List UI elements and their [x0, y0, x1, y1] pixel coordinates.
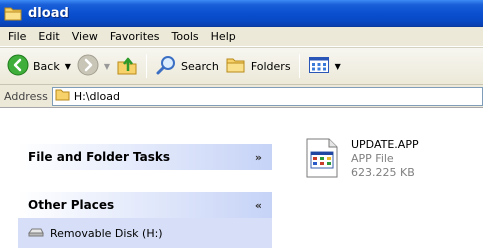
toolbar: Back ▼ ▼ Search Folders ▼ — [0, 47, 483, 85]
menu-bar: File Edit View Favorites Tools Help — [0, 27, 483, 47]
toolbar-separator — [298, 54, 300, 78]
up-folder-icon — [116, 54, 138, 79]
title-bar[interactable]: dload — [0, 0, 483, 27]
chevron-down-icon[interactable]: » — [255, 151, 262, 164]
other-places-panel: Other Places « Removable Disk (H:) — [18, 192, 272, 248]
menu-view[interactable]: View — [66, 27, 104, 47]
menu-help[interactable]: Help — [205, 27, 242, 47]
search-button[interactable]: Search — [152, 51, 222, 81]
place-label: Removable Disk (H:) — [50, 226, 163, 240]
removable-disk-icon — [28, 226, 44, 241]
file-size: 623.225 KB — [351, 166, 415, 179]
menu-file[interactable]: File — [2, 27, 32, 47]
forward-button[interactable]: ▼ — [74, 51, 113, 81]
file-name: UPDATE.APP — [351, 138, 419, 151]
file-item[interactable]: UPDATE.APP APP File 623.225 KB — [305, 138, 419, 180]
explorer-main: File and Folder Tasks » Other Places « R… — [0, 108, 483, 248]
other-places-header[interactable]: Other Places « — [18, 192, 272, 218]
folders-button[interactable]: Folders — [222, 51, 294, 81]
up-folder-button[interactable] — [113, 51, 141, 81]
forward-dropdown-icon[interactable]: ▼ — [104, 62, 110, 71]
place-item[interactable]: Removable Disk (H:) — [28, 224, 262, 242]
file-info: UPDATE.APP APP File 623.225 KB — [351, 138, 419, 180]
folders-icon — [225, 54, 247, 79]
address-field[interactable]: H:\dload — [51, 86, 483, 106]
task-pane: File and Folder Tasks » Other Places « R… — [0, 108, 290, 248]
file-folder-tasks-header[interactable]: File and Folder Tasks » — [18, 144, 272, 170]
back-button[interactable]: Back ▼ — [4, 51, 74, 81]
address-value: H:\dload — [73, 89, 120, 103]
views-button[interactable]: ▼ — [305, 51, 344, 81]
file-folder-tasks-panel: File and Folder Tasks » — [18, 144, 272, 170]
panel-title: File and Folder Tasks — [28, 150, 171, 164]
folders-label: Folders — [250, 59, 291, 73]
app-file-icon — [305, 138, 339, 178]
panel-title: Other Places — [28, 198, 115, 212]
menu-tools[interactable]: Tools — [166, 27, 205, 47]
chevron-up-icon[interactable]: « — [255, 199, 262, 212]
other-places-body: Removable Disk (H:) — [18, 218, 272, 248]
back-dropdown-icon[interactable]: ▼ — [65, 62, 71, 71]
folder-icon — [55, 88, 70, 104]
file-type: APP File — [351, 152, 394, 165]
forward-arrow-icon — [77, 54, 99, 79]
menu-edit[interactable]: Edit — [32, 27, 65, 47]
toolbar-separator — [146, 54, 148, 78]
views-icon — [308, 54, 330, 79]
address-bar: Address H:\dload — [0, 85, 483, 108]
views-dropdown-icon[interactable]: ▼ — [335, 62, 341, 71]
search-icon — [155, 54, 177, 79]
address-label: Address — [4, 89, 48, 103]
menu-favorites[interactable]: Favorites — [104, 27, 166, 47]
back-arrow-icon — [7, 54, 29, 79]
search-label: Search — [181, 59, 219, 73]
folder-icon — [4, 6, 22, 21]
window-title: dload — [28, 5, 69, 21]
back-label: Back — [33, 59, 60, 73]
